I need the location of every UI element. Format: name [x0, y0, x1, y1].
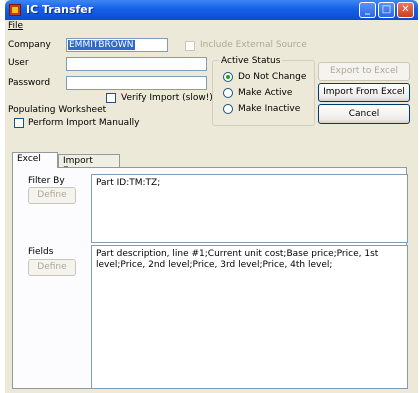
radio-do-not-change-label: Do Not Change — [238, 72, 307, 82]
radio-make-active-label: Make Active — [238, 88, 293, 98]
verify-import-label: Verify Import (slow!) — [121, 93, 213, 103]
import-from-excel-button[interactable]: Import From Excel — [318, 83, 410, 102]
company-label: Company — [8, 40, 51, 50]
active-status-legend: Active Status — [219, 56, 283, 66]
user-field[interactable] — [66, 57, 207, 71]
filter-by-label: Filter By — [28, 176, 65, 186]
close-button[interactable]: ✕ — [397, 2, 414, 18]
populating-worksheet-label: Populating Worksheet — [8, 105, 107, 115]
tab-excel-label: Excel — [17, 154, 41, 164]
user-label: User — [8, 58, 29, 68]
radio-do-not-change[interactable] — [223, 72, 233, 82]
company-value: EMMITBROWN — [68, 40, 135, 50]
password-field[interactable] — [66, 76, 207, 90]
ic-transfer-window: IC Transfer _ □ ✕ File Company EMMITBROW… — [5, 0, 418, 393]
perform-import-manually-label: Perform Import Manually — [28, 118, 140, 128]
filter-textarea[interactable]: Part ID:TM:TZ; — [91, 174, 408, 243]
app-icon — [9, 4, 21, 16]
minimize-button[interactable]: _ — [359, 2, 376, 18]
maximize-button[interactable]: □ — [378, 2, 395, 18]
tab-import-errors[interactable]: Import Errors — [58, 154, 120, 176]
company-field[interactable]: EMMITBROWN — [66, 38, 168, 52]
tab-excel[interactable]: Excel — [12, 152, 58, 168]
export-to-excel-button[interactable]: Export to Excel — [318, 62, 410, 81]
radio-make-active[interactable] — [223, 88, 233, 98]
fields-label: Fields — [28, 247, 54, 257]
menu-file[interactable]: File — [8, 21, 23, 31]
fields-textarea[interactable]: Part description, line #1;Current unit c… — [91, 245, 408, 389]
title-bar[interactable]: IC Transfer _ □ ✕ — [5, 0, 418, 20]
menu-bar: File — [5, 21, 418, 33]
radio-make-inactive[interactable] — [223, 104, 233, 114]
fields-define-button[interactable]: Define — [28, 259, 76, 276]
filter-define-button[interactable]: Define — [28, 187, 76, 204]
verify-import-checkbox[interactable] — [106, 93, 116, 103]
window-title: IC Transfer — [26, 3, 94, 16]
perform-import-manually-checkbox[interactable] — [14, 118, 24, 128]
include-external-source-checkbox[interactable] — [185, 41, 195, 51]
radio-make-inactive-label: Make Inactive — [238, 104, 301, 114]
password-label: Password — [8, 78, 51, 88]
include-external-source-label: Include External Source — [200, 40, 307, 50]
cancel-button[interactable]: Cancel — [318, 104, 410, 124]
